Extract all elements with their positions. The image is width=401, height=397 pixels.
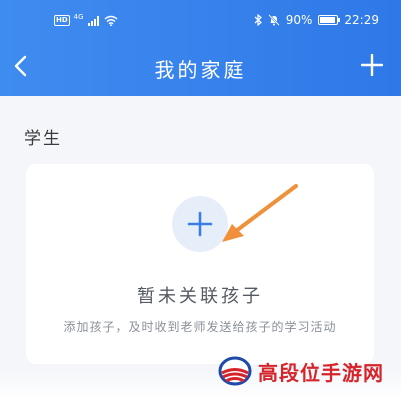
watermark-logo-icon (218, 356, 252, 386)
plus-icon (187, 211, 213, 237)
battery-icon (318, 15, 341, 25)
watermark: 高段位手游网 (218, 356, 384, 386)
plus-icon (361, 54, 383, 76)
nav-bar: 我的家庭 (0, 44, 401, 96)
mute-icon (268, 14, 280, 26)
wifi-icon (104, 15, 118, 26)
screen: HD 4G 90% 22:29 我的家庭 学生 暂未关联孩子 添加孩子，及时收到… (0, 0, 401, 397)
network-label: 4G (73, 12, 84, 21)
battery-percent: 90% (285, 13, 313, 27)
page-title: 我的家庭 (154, 58, 247, 82)
watermark-text: 高段位手游网 (258, 360, 384, 385)
arrow-annotation-icon (222, 184, 298, 242)
empty-state-description: 添加孩子，及时收到老师发送给孩子的学习活动 (63, 320, 337, 334)
bluetooth-icon (254, 14, 262, 26)
section-title-students: 学生 (24, 129, 62, 149)
signal-icon (87, 15, 99, 26)
hd-badge: HD (54, 15, 70, 26)
status-time: 22:29 (344, 13, 379, 27)
battery-level (320, 17, 335, 23)
header: HD 4G 90% 22:29 我的家庭 (0, 0, 401, 96)
status-right: 90% 22:29 (254, 13, 379, 27)
status-left: HD 4G (54, 12, 118, 26)
status-bar: HD 4G 90% 22:29 (0, 0, 401, 44)
add-button[interactable] (357, 50, 387, 80)
empty-state-title: 暂未关联孩子 (137, 286, 263, 307)
empty-state-card: 暂未关联孩子 添加孩子，及时收到老师发送给孩子的学习活动 (26, 164, 374, 364)
